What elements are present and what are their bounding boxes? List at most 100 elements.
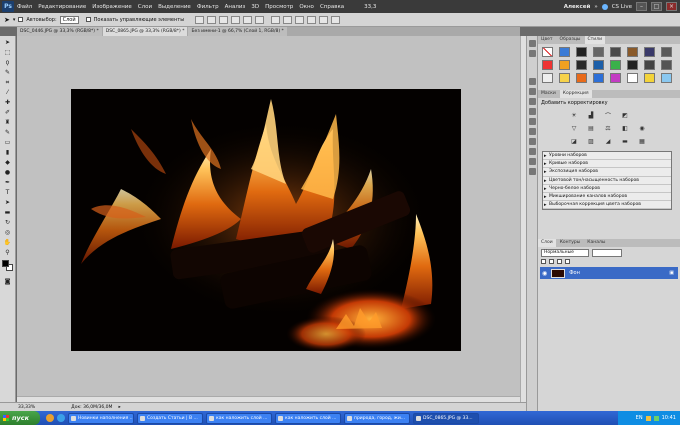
clone-source-panel-icon[interactable] xyxy=(528,138,536,145)
threshold-icon[interactable]: ◢ xyxy=(602,136,614,146)
quicklaunch-icon[interactable] xyxy=(57,414,65,422)
brush-tool-icon[interactable]: ✐ xyxy=(3,108,13,117)
menu-image[interactable]: Изображение xyxy=(92,4,132,10)
menu-window[interactable]: Окно xyxy=(299,4,314,10)
style-item[interactable] xyxy=(576,60,587,70)
menu-3d[interactable]: 3D xyxy=(251,4,259,10)
align-hcenter-icon[interactable] xyxy=(243,15,253,24)
menu-help[interactable]: Справка xyxy=(320,4,344,10)
posterize-icon[interactable]: ▨ xyxy=(585,136,597,146)
distribute-bottom-icon[interactable] xyxy=(295,15,305,24)
menu-select[interactable]: Выделение xyxy=(158,4,191,10)
3d-rotate-tool-icon[interactable]: ↻ xyxy=(3,218,13,227)
marquee-tool-icon[interactable]: ⬚ xyxy=(3,48,13,57)
menu-layers[interactable]: Слои xyxy=(138,4,152,10)
lock-all-icon[interactable] xyxy=(565,259,570,265)
exposure-icon[interactable]: ◩ xyxy=(619,110,631,120)
taskbar-item-active[interactable]: DSC_0865.JPG @ 33... xyxy=(413,412,479,424)
preset-hue-saturation[interactable]: Цветовой тон/насыщенность наборов xyxy=(543,177,671,185)
tab-doc-1[interactable]: DSC_0446.JPG @ 33,3% (RGB/8*) * xyxy=(17,27,102,36)
menu-edit[interactable]: Редактирование xyxy=(38,4,86,10)
3d-panel-icon[interactable] xyxy=(528,168,536,175)
zoom-level[interactable]: 33,3 xyxy=(364,4,376,10)
quick-mask-icon[interactable]: ◙ xyxy=(3,277,13,286)
healing-brush-tool-icon[interactable]: ✚ xyxy=(3,98,13,107)
eye-icon[interactable]: ◉ xyxy=(542,270,547,277)
cs-live-icon[interactable] xyxy=(601,3,608,10)
tab-swatches[interactable]: Образцы xyxy=(557,36,584,44)
dodge-tool-icon[interactable]: ● xyxy=(3,168,13,177)
lock-transparency-icon[interactable] xyxy=(541,259,546,265)
distribute-hcenter-icon[interactable] xyxy=(319,15,329,24)
style-item[interactable] xyxy=(576,47,587,57)
preset-channel-mixer[interactable]: Микширование каналов наборов xyxy=(543,193,671,202)
status-zoom[interactable]: 33,33% xyxy=(18,405,35,410)
character-panel-icon[interactable] xyxy=(528,108,536,115)
distribute-top-icon[interactable] xyxy=(271,15,281,24)
preset-curves[interactable]: Кривые наборов xyxy=(543,160,671,169)
style-item[interactable] xyxy=(559,47,570,57)
taskbar-item[interactable]: Создать Статьи | В ... xyxy=(137,412,203,424)
canvas-area[interactable] xyxy=(17,36,520,402)
lock-position-icon[interactable] xyxy=(557,259,562,265)
style-item[interactable] xyxy=(593,73,604,83)
brushes-panel-icon[interactable] xyxy=(528,128,536,135)
invert-icon[interactable]: ◪ xyxy=(568,136,580,146)
tab-masks[interactable]: Маски xyxy=(538,90,559,98)
swatches-panel-icon[interactable] xyxy=(528,78,536,85)
align-right-icon[interactable] xyxy=(255,15,265,24)
tab-color[interactable]: Цвет xyxy=(538,36,556,44)
preset-exposure[interactable]: Экспозиция наборов xyxy=(543,168,671,177)
photo-filter-icon[interactable]: ◉ xyxy=(636,123,648,133)
pen-tool-icon[interactable]: ✒ xyxy=(3,178,13,187)
preset-black-white[interactable]: Черно-белое наборов xyxy=(543,185,671,193)
shape-tool-icon[interactable]: ▬ xyxy=(3,208,13,217)
status-arrow-icon[interactable]: ▸ xyxy=(118,405,120,410)
masks-panel-icon[interactable] xyxy=(528,98,536,105)
path-select-tool-icon[interactable]: ➤ xyxy=(3,198,13,207)
adjustments-panel-icon[interactable] xyxy=(528,88,536,95)
curves-icon[interactable]: ⌒ xyxy=(602,110,614,120)
move-tool-icon[interactable]: ➤ xyxy=(4,16,10,24)
style-none[interactable] xyxy=(542,47,553,57)
close-icon[interactable]: × xyxy=(666,2,677,11)
tab-paths[interactable]: Контуры xyxy=(557,239,584,247)
selective-color-icon[interactable]: ▦ xyxy=(636,136,648,146)
minimize-icon[interactable]: – xyxy=(636,2,647,11)
menu-file[interactable]: Файл xyxy=(17,4,32,10)
distribute-left-icon[interactable] xyxy=(307,15,317,24)
transform-controls-checkbox[interactable] xyxy=(85,17,91,22)
align-top-icon[interactable] xyxy=(195,15,205,24)
style-item[interactable] xyxy=(542,73,553,83)
style-item[interactable] xyxy=(644,73,655,83)
tab-doc-3[interactable]: Без имени-1 @ 66,7% (Слой 1, RGB/8) * xyxy=(188,27,287,36)
actions-panel-icon[interactable] xyxy=(528,50,536,57)
quicklaunch-icon[interactable] xyxy=(46,414,54,422)
menu-view[interactable]: Просмотр xyxy=(265,4,293,10)
style-item[interactable] xyxy=(661,47,672,57)
hue-saturation-icon[interactable]: ▤ xyxy=(585,123,597,133)
tab-styles[interactable]: Стили xyxy=(584,36,605,44)
language-indicator[interactable]: EN xyxy=(636,415,643,421)
black-white-icon[interactable]: ◧ xyxy=(619,123,631,133)
zoom-tool-icon[interactable]: ⚲ xyxy=(3,248,13,257)
style-item[interactable] xyxy=(559,73,570,83)
align-bottom-icon[interactable] xyxy=(219,15,229,24)
style-item[interactable] xyxy=(661,73,672,83)
tab-adjustments[interactable]: Коррекция xyxy=(559,90,592,98)
menu-filter[interactable]: Фильтр xyxy=(197,4,219,10)
taskbar-item[interactable]: как наложить слой ... xyxy=(275,412,341,424)
vibrance-icon[interactable]: ▽ xyxy=(568,123,580,133)
style-item[interactable] xyxy=(644,47,655,57)
autoselect-select[interactable]: Слой xyxy=(59,15,79,24)
autoselect-checkbox[interactable] xyxy=(18,17,24,22)
align-vcenter-icon[interactable] xyxy=(207,15,217,24)
blur-tool-icon[interactable]: ◆ xyxy=(3,158,13,167)
layer-name[interactable]: Фон xyxy=(569,270,665,276)
style-item[interactable] xyxy=(542,60,553,70)
style-item[interactable] xyxy=(559,60,570,70)
style-item[interactable] xyxy=(610,60,621,70)
brightness-icon[interactable]: ☀ xyxy=(568,110,580,120)
preset-selective-color[interactable]: Выборочная коррекция цвета наборов xyxy=(543,201,671,210)
style-item[interactable] xyxy=(610,73,621,83)
